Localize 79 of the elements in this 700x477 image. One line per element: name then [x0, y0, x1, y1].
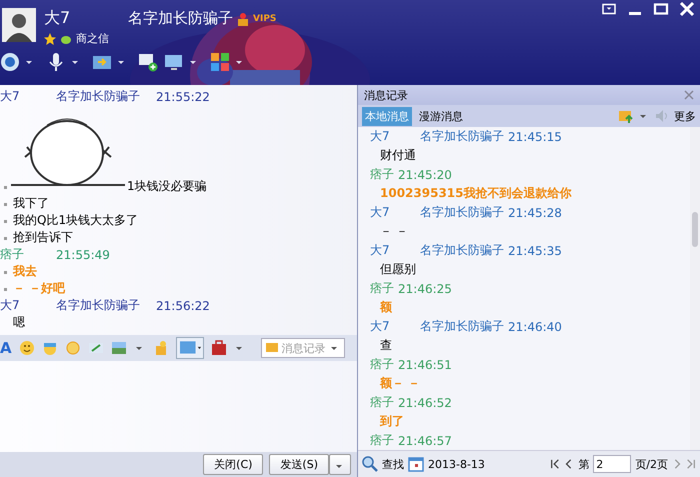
sender-nickname: 名字加长防骗子 — [420, 204, 504, 221]
sender-nickname: 名字加长防骗子 — [56, 297, 141, 314]
date-text: 2013-8-13 — [428, 458, 485, 470]
scribble-icon[interactable] — [88, 340, 104, 356]
message-text: 1002395315我抢不到会退款给你 — [379, 185, 572, 202]
message-time: 21:46:51 — [398, 358, 452, 372]
vip-label: VIPS — [253, 14, 276, 24]
history-tab[interactable]: 漫游消息 — [416, 106, 466, 126]
first-page-icon[interactable] — [550, 458, 560, 470]
close-button[interactable]: 关闭(C) — [203, 454, 264, 475]
message-text: 1块钱没必要骗 — [127, 178, 207, 195]
message-time: 21:45:15 — [508, 130, 562, 144]
contact-nickname: 名字加长防骗子 — [128, 9, 233, 28]
sender-name: 痞子 — [370, 356, 394, 373]
message-text: 到了 — [378, 413, 405, 430]
panel-title: 消息记录 — [364, 88, 408, 102]
avatar-icon[interactable] — [2, 8, 36, 42]
export-icon[interactable] — [618, 108, 634, 124]
sender-name: 痞子 — [370, 394, 394, 411]
sender-name: 痞子 — [370, 166, 394, 183]
message-time: 21:55:49 — [56, 248, 110, 262]
smiley-icon[interactable] — [18, 340, 35, 356]
signature-text: 商之信 — [76, 31, 109, 46]
last-page-icon[interactable] — [686, 458, 696, 470]
image-icon[interactable] — [110, 340, 127, 356]
message-text: － －好吧 — [13, 280, 66, 297]
message-add-icon[interactable] — [138, 52, 158, 72]
message-time: 21:56:22 — [156, 298, 210, 312]
scrollbar[interactable] — [690, 127, 700, 450]
sender-name: 大7 — [0, 297, 21, 314]
sender-name: 大7 — [370, 318, 391, 335]
page-label: 第 — [578, 456, 590, 472]
message-time: 21:45:28 — [508, 206, 562, 220]
message-time: 21:45:35 — [508, 244, 562, 258]
message-time: 21:46:52 — [398, 396, 452, 410]
more-button[interactable]: 更多 — [674, 108, 696, 124]
apps-icon[interactable] — [210, 52, 230, 72]
message-time: 21:46:25 — [398, 282, 452, 296]
font-button[interactable]: A — [0, 339, 12, 357]
screenshot-icon[interactable] — [176, 337, 204, 359]
sender-name: 大7 — [370, 204, 391, 221]
sender-name: 大7 — [0, 88, 21, 105]
message-text: 我下了 — [13, 195, 49, 212]
contact-name: 大7 — [44, 8, 72, 29]
message-time: 21:46:40 — [508, 320, 562, 334]
toolbox-icon[interactable] — [210, 340, 227, 356]
message-text: 嗯 — [13, 314, 25, 331]
calendar-icon[interactable] — [408, 456, 424, 472]
send-button[interactable]: 发送(S) — [269, 454, 329, 475]
message-text: 但愿别 — [379, 261, 417, 278]
camera-icon[interactable] — [0, 52, 20, 72]
message-text: 额－ － — [378, 375, 422, 392]
sender-nickname: 名字加长防骗子 — [56, 88, 141, 105]
sender-name: 痞子 — [0, 246, 25, 263]
sender-name: 痞子 — [370, 432, 394, 449]
message-time: 21:46:57 — [398, 434, 452, 448]
star-icon — [44, 32, 56, 44]
search-icon[interactable] — [362, 456, 378, 472]
sender-name: 大7 — [370, 128, 391, 145]
sender-name: 大7 — [370, 242, 391, 259]
search-button[interactable]: 查找 — [382, 456, 404, 472]
next-page-icon[interactable] — [672, 458, 682, 470]
message-text: 我去 — [13, 263, 37, 280]
message-time: 21:55:22 — [156, 90, 210, 104]
page-field[interactable]: 2 — [593, 455, 632, 473]
message-text: 抢到告诉下 — [13, 229, 73, 246]
sender-name: 痞子 — [370, 280, 394, 297]
message-text: 财付通 — [379, 147, 417, 164]
sender-nickname: 名字加长防骗子 — [420, 318, 504, 335]
message-text: 查 — [379, 337, 393, 354]
page-count: 页/2页 — [635, 456, 668, 472]
message-text: － － — [379, 223, 409, 240]
sender-nickname: 名字加长防骗子 — [420, 128, 504, 145]
message-time: 21:45:20 — [398, 168, 452, 182]
screen-icon[interactable] — [164, 52, 184, 72]
sender-nickname: 名字加长防骗子 — [420, 242, 504, 259]
send-options-button[interactable] — [329, 454, 351, 475]
message-text: 我的Q比1块钱大太多了 — [13, 212, 138, 229]
message-text: 额 — [378, 299, 393, 316]
